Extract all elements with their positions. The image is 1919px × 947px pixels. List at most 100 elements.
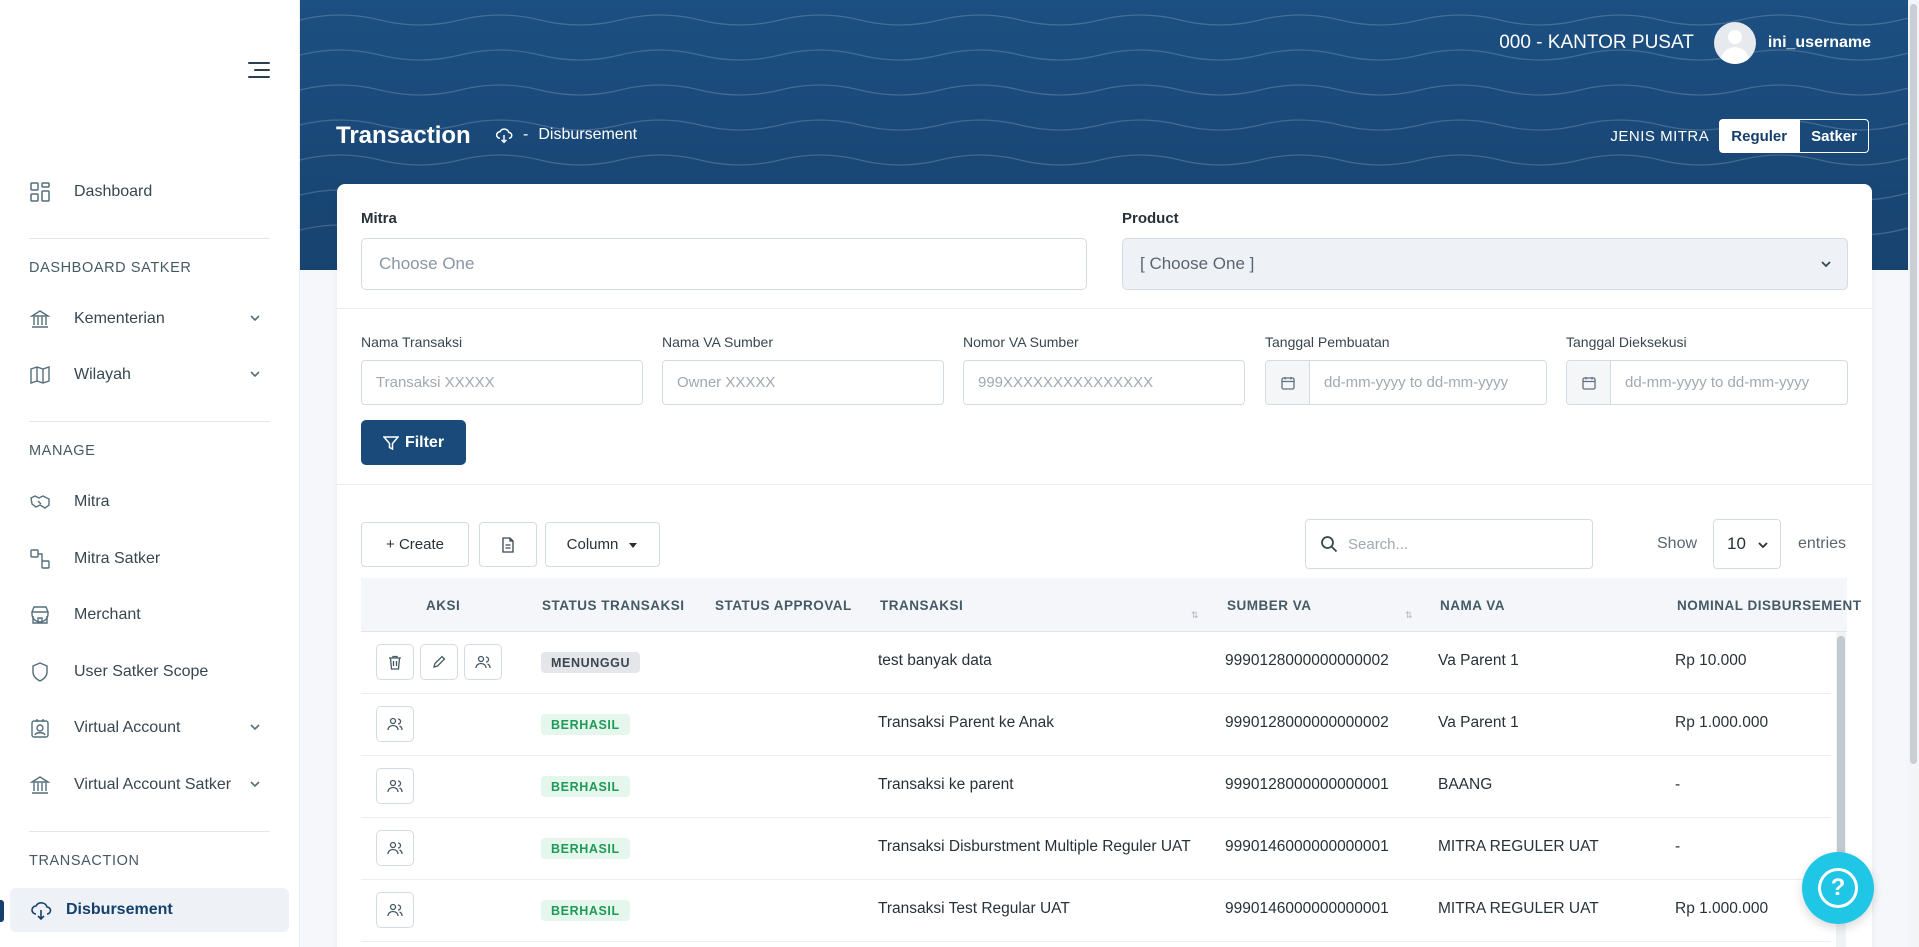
column-label: Column (566, 536, 619, 553)
users-button[interactable] (376, 768, 414, 804)
page-size-select[interactable]: 10 (1713, 519, 1781, 569)
cell-transaksi: test banyak data (878, 652, 992, 669)
users-button[interactable] (376, 830, 414, 866)
bank-icon (30, 309, 50, 329)
sidebar-item-virtual-account-satker[interactable]: Virtual Account Satker (30, 767, 270, 803)
avatar[interactable] (1713, 22, 1756, 64)
sidebar-item-label: User Satker Scope (74, 663, 209, 680)
breadcrumb-separator: - (523, 126, 529, 143)
bank-icon (30, 775, 50, 795)
users-button[interactable] (464, 644, 502, 680)
mitra-select[interactable]: Choose One (361, 238, 1087, 290)
section-title-satker: DASHBOARD SATKER (29, 260, 192, 276)
map-icon (30, 365, 50, 385)
search-input[interactable]: Search... (1305, 519, 1593, 569)
sidebar-item-dashboard[interactable]: Dashboard (30, 174, 270, 210)
toggle-satker[interactable]: Satker (1799, 119, 1869, 153)
column-header-transaksi[interactable]: TRANSAKSI (880, 598, 963, 613)
sidebar-item-wilayah[interactable]: Wilayah (30, 357, 270, 393)
column-header-status-approval[interactable]: STATUS APPROVAL (715, 598, 852, 613)
help-icon: ? (1818, 868, 1858, 908)
sidebar-item-user-satker-scope[interactable]: User Satker Scope (30, 654, 270, 690)
table-row: BERHASIL Transaksi Parent ke Anak 999012… (361, 694, 1831, 756)
sidebar-item-virtual-account[interactable]: Virtual Account (30, 710, 270, 746)
create-button[interactable]: + Create (361, 522, 469, 567)
column-header-sumber-va[interactable]: SUMBER VA (1227, 598, 1312, 613)
table-row: BERHASIL Transaksi Test Regular UAT 9990… (361, 880, 1831, 942)
chevron-down-icon (250, 781, 260, 788)
sort-icon[interactable]: ⇅ (1405, 610, 1413, 621)
column-header-nama-va[interactable]: NAMA VA (1440, 598, 1505, 613)
status-badge: BERHASIL (541, 900, 630, 921)
tanggal-dieksekusi-input[interactable]: dd-mm-yyyy to dd-mm-yyyy (1566, 360, 1848, 405)
tanggal-pembuatan-input[interactable]: dd-mm-yyyy to dd-mm-yyyy (1265, 360, 1547, 405)
search-icon (1320, 535, 1338, 553)
product-label: Product (1122, 210, 1179, 227)
username[interactable]: ini_username (1768, 34, 1871, 52)
office-label: 000 - KANTOR PUSAT (1499, 32, 1694, 53)
breadcrumb: - Disbursement (495, 126, 637, 144)
sidebar-item-label: Mitra Satker (74, 550, 161, 567)
user-menu[interactable]: 000 - KANTOR PUSAT ini_username (1499, 22, 1871, 64)
cloud-download-icon (495, 126, 513, 144)
cell-nama-va: Va Parent 1 (1438, 652, 1519, 669)
column-header-nominal-disbursement[interactable]: NOMINAL DISBURSEMENT (1677, 598, 1862, 613)
cell-nominal: Rp 1.000.000 (1675, 714, 1769, 731)
placeholder: dd-mm-yyyy to dd-mm-yyyy (1324, 374, 1509, 391)
help-button[interactable]: ? (1802, 852, 1874, 924)
tanggal-pembuatan-label: Tanggal Pembuatan (1265, 334, 1390, 350)
sidebar-item-label: Dashboard (74, 183, 153, 200)
cell-nama-va: Va Parent 1 (1438, 714, 1519, 731)
product-select[interactable]: [ Choose One ] (1122, 238, 1848, 290)
menu-toggle-icon[interactable] (248, 62, 270, 78)
filter-button-label: Filter (404, 433, 445, 451)
cell-nama-va: MITRA REGULER UAT (1438, 900, 1599, 917)
cell-nama-va: BAANG (1438, 776, 1493, 793)
divider (337, 308, 1872, 309)
sidebar-item-label: Virtual Account Satker (74, 776, 232, 793)
sidebar-item-merchant[interactable]: Merchant (30, 597, 270, 633)
edit-button[interactable] (420, 644, 458, 680)
active-indicator (0, 900, 4, 922)
chevron-down-icon (1758, 542, 1768, 549)
mitra-label: Mitra (361, 210, 397, 227)
sidebar-item-mitra[interactable]: Mitra (30, 484, 270, 520)
sidebar-item-disbursement[interactable]: Disbursement (10, 888, 289, 932)
users-icon (475, 655, 491, 669)
page-scrollbar[interactable] (1908, 0, 1919, 947)
sort-icon[interactable]: ⇅ (1191, 610, 1199, 621)
export-button[interactable] (479, 522, 537, 567)
column-toggle-button[interactable]: Column (545, 522, 660, 567)
users-button[interactable] (376, 706, 414, 742)
nama-va-input[interactable]: Owner XXXXX (662, 360, 944, 405)
sidebar-item-mitra-satker[interactable]: Mitra Satker (30, 541, 270, 577)
cell-nominal: - (1675, 838, 1681, 855)
users-icon (387, 717, 403, 731)
sidebar-item-label: Merchant (74, 606, 141, 623)
nomor-va-input[interactable]: 999XXXXXXXXXXXXXXX (963, 360, 1245, 405)
toggle-reguler[interactable]: Reguler (1719, 119, 1800, 153)
users-button[interactable] (376, 892, 414, 928)
placeholder: Transaksi XXXXX (376, 374, 495, 391)
jenis-mitra-switch: JENIS MITRA Reguler Satker (1610, 119, 1869, 153)
table-row: BERHASIL Transaksi Disburstment Multiple… (361, 818, 1831, 880)
users-icon (387, 779, 403, 793)
caret-down-icon (629, 542, 638, 548)
tanggal-dieksekusi-label: Tanggal Dieksekusi (1566, 334, 1687, 350)
sidebar-item-label: Mitra (74, 493, 110, 510)
nama-transaksi-input[interactable]: Transaksi XXXXX (361, 360, 643, 405)
sidebar-item-kementerian[interactable]: Kementerian (30, 301, 270, 337)
status-badge: MENUNGGU (541, 652, 641, 673)
breadcrumb-current: Disbursement (538, 126, 638, 143)
cell-transaksi: Transaksi Test Regular UAT (878, 900, 1070, 917)
column-header-status-transaksi[interactable]: STATUS TRANSAKSI (542, 598, 685, 613)
nama-transaksi-label: Nama Transaksi (361, 334, 463, 350)
cell-sumber-va: 9990128000000000001 (1225, 776, 1389, 793)
filter-button[interactable]: Filter (361, 420, 466, 465)
delete-button[interactable] (376, 644, 414, 680)
cell-nama-va: MITRA REGULER UAT (1438, 838, 1599, 855)
placeholder: 999XXXXXXXXXXXXXXX (978, 374, 1154, 391)
cell-transaksi: Transaksi Disburstment Multiple Reguler … (878, 838, 1191, 855)
sidebar-item-label: Wilayah (74, 366, 131, 383)
status-badge: BERHASIL (541, 776, 630, 797)
